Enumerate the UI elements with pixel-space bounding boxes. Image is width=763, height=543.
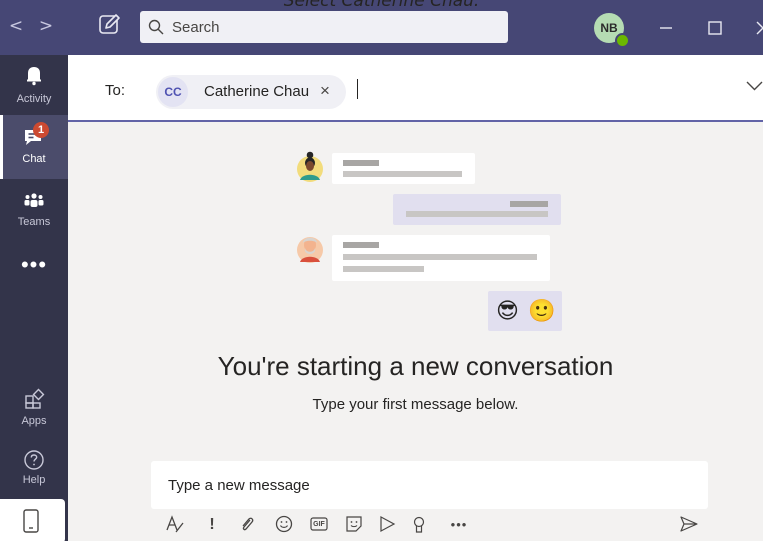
rail-item-help[interactable]: Help — [0, 438, 68, 502]
maximize-icon — [708, 21, 722, 35]
message-input[interactable] — [168, 473, 688, 497]
mobile-icon — [23, 509, 39, 533]
more-apps-button[interactable]: ••• — [0, 254, 68, 276]
smile-emoji: 🙂 — [528, 298, 556, 323]
recipient-name: Catherine Chau — [204, 83, 310, 100]
illustration-bubble-3 — [332, 235, 550, 281]
sticker-button[interactable] — [343, 514, 365, 536]
remove-recipient-button[interactable]: × — [320, 81, 330, 101]
chat-main: To: CC Catherine Chau × 😎 🙂 You're start… — [68, 55, 763, 541]
minimize-icon — [660, 27, 672, 29]
recipient-input-caret[interactable] — [357, 79, 358, 99]
praise-icon — [413, 516, 425, 533]
man-avatar-icon — [297, 237, 323, 263]
emoji-icon — [275, 515, 293, 533]
bell-icon — [27, 67, 41, 86]
close-button[interactable] — [748, 14, 763, 42]
attach-button[interactable] — [236, 514, 258, 536]
recipient-avatar: CC — [158, 77, 188, 107]
important-icon: ! — [209, 516, 215, 533]
close-icon — [756, 21, 763, 35]
maximize-button[interactable] — [700, 14, 730, 42]
send-icon — [680, 516, 698, 532]
sticker-icon — [346, 516, 362, 532]
rail-label-teams: Teams — [17, 216, 51, 228]
praise-button[interactable] — [408, 514, 430, 536]
to-label: To: — [105, 82, 126, 99]
rail-label-apps: Apps — [21, 415, 47, 427]
format-icon — [166, 515, 184, 533]
illustration-emoji-bubble: 😎 🙂 — [488, 291, 562, 331]
forward-button[interactable]: > — [36, 14, 56, 38]
app-rail: Activity 1 Chat Teams ••• Apps Help — [0, 55, 68, 543]
rail-label-chat: Chat — [22, 153, 46, 165]
compose-icon — [99, 14, 120, 34]
compose-box[interactable] — [151, 461, 708, 509]
format-button[interactable] — [164, 514, 186, 536]
send-button[interactable] — [678, 514, 700, 536]
back-button[interactable]: < — [6, 14, 26, 38]
presence-available-icon — [615, 33, 630, 48]
meet-now-button[interactable] — [376, 514, 398, 536]
instruction-caption: Select Catherine Chau. — [283, 0, 480, 11]
rail-item-apps[interactable]: Apps — [0, 377, 68, 441]
sunglasses-emoji: 😎 — [496, 298, 519, 323]
empty-state-subtitle: Type your first message below. — [312, 396, 519, 413]
meet-now-icon — [380, 515, 396, 533]
search-icon — [148, 19, 164, 35]
minimize-button[interactable] — [651, 14, 681, 42]
more-options-icon: ••• — [450, 517, 468, 532]
recipient-chip[interactable]: CC Catherine Chau × — [156, 75, 346, 109]
chevron-down-icon[interactable] — [746, 81, 763, 91]
chat-unread-badge: 1 — [33, 122, 49, 138]
empty-state-title: You're starting a new conversation — [217, 351, 614, 381]
new-chat-button[interactable] — [97, 12, 123, 38]
illustration-bubble-2 — [393, 194, 561, 225]
rail-label-activity: Activity — [16, 93, 52, 105]
rail-item-activity[interactable]: Activity — [0, 55, 68, 119]
attach-icon — [242, 517, 254, 531]
important-button[interactable]: ! — [201, 514, 223, 536]
gif-label: GIF — [313, 521, 325, 528]
rail-label-help: Help — [22, 474, 46, 486]
rail-item-teams[interactable]: Teams — [0, 179, 68, 243]
rail-item-chat[interactable]: 1 Chat — [0, 115, 68, 179]
apps-icon — [25, 388, 45, 409]
search-input[interactable] — [172, 11, 492, 43]
download-mobile-button[interactable] — [0, 499, 65, 543]
emoji-button[interactable] — [273, 514, 295, 536]
woman-avatar-icon — [297, 151, 323, 182]
help-icon — [24, 450, 44, 470]
more-options-button[interactable]: ••• — [448, 514, 470, 536]
teams-icon — [24, 193, 44, 207]
illustration-bubble-1 — [332, 153, 475, 184]
gif-button[interactable]: GIF — [308, 514, 330, 536]
search-box[interactable] — [140, 11, 508, 43]
recipient-bar: To: CC Catherine Chau × — [68, 55, 763, 122]
